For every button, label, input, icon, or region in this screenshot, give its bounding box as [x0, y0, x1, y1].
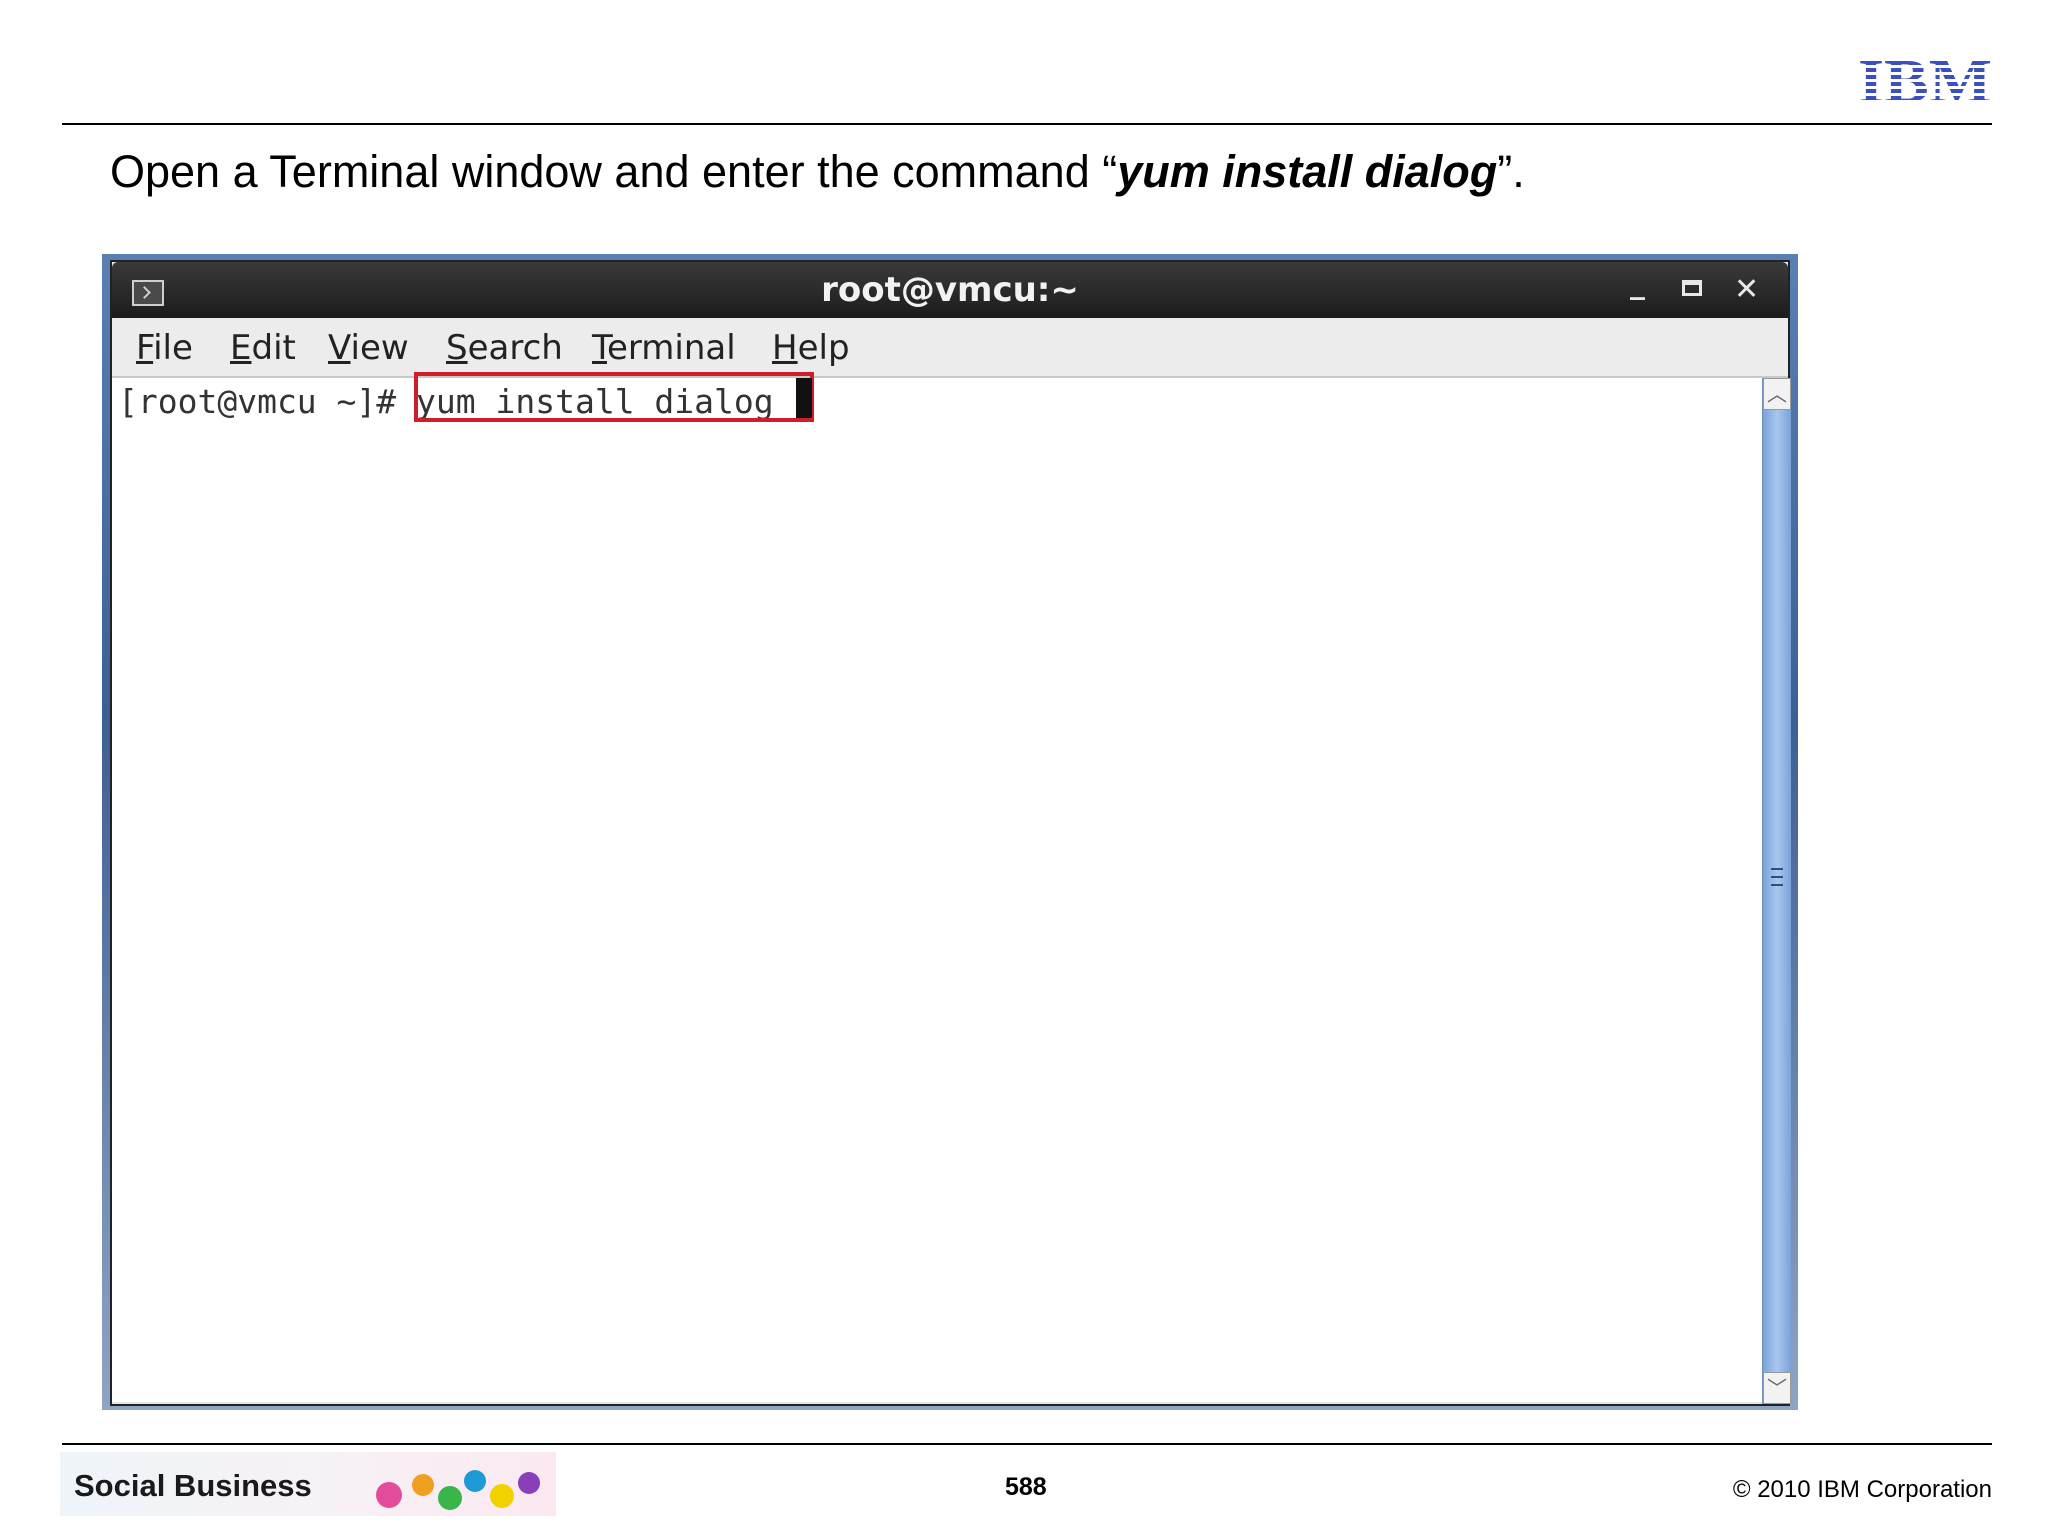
people-figure: [376, 1482, 402, 1508]
chevron-up-icon[interactable]: ︿: [1763, 378, 1791, 410]
instruction-suffix: ”.: [1497, 146, 1525, 197]
terminal-window: root@vmcu:~ _ ✕ File Edit View Search Te…: [110, 260, 1791, 1406]
page-number: 588: [1005, 1473, 1047, 1501]
terminal-screenshot: root@vmcu:~ _ ✕ File Edit View Search Te…: [102, 254, 1798, 1410]
instruction-prefix: Open a Terminal window and enter the com…: [110, 146, 1118, 197]
minimize-icon[interactable]: _: [1630, 266, 1645, 301]
people-figure: [464, 1470, 486, 1492]
ibm-logo: IBM: [1858, 48, 1992, 116]
menu-view[interactable]: View: [328, 328, 409, 368]
chevron-down-icon[interactable]: ﹀: [1763, 1372, 1791, 1404]
people-figure: [490, 1484, 514, 1508]
brand-label: Social Business: [74, 1468, 312, 1503]
terminal-output[interactable]: [root@vmcu ~]# yum install dialog: [112, 372, 1772, 1402]
copyright: © 2010 IBM Corporation: [1732, 1476, 1992, 1503]
menu-search[interactable]: Search: [446, 328, 563, 368]
menu-bar: File Edit View Search Terminal Help: [112, 318, 1788, 378]
menu-file[interactable]: File: [136, 328, 193, 368]
instruction-command: yum install dialog: [1117, 146, 1498, 197]
menu-terminal[interactable]: Terminal: [592, 328, 736, 368]
header-rule: [62, 123, 1992, 125]
command-highlight: [414, 372, 814, 422]
instruction-text: Open a Terminal window and enter the com…: [110, 146, 1525, 198]
menu-edit[interactable]: Edit: [230, 328, 296, 368]
people-figure: [518, 1472, 540, 1494]
title-bar[interactable]: root@vmcu:~ _ ✕: [112, 262, 1788, 318]
people-figure: [438, 1486, 462, 1510]
shell-prompt: [root@vmcu ~]#: [118, 382, 417, 421]
menu-help[interactable]: Help: [772, 328, 850, 368]
social-business-banner: Social Business: [60, 1452, 556, 1516]
text-cursor: [796, 378, 812, 418]
close-icon[interactable]: ✕: [1734, 272, 1759, 307]
footer-rule: [62, 1443, 1992, 1445]
window-title: root@vmcu:~: [821, 270, 1079, 310]
vertical-scrollbar[interactable]: ︿ ﹀: [1762, 378, 1791, 1404]
people-figure: [412, 1474, 434, 1496]
scrollbar-grip[interactable]: [1771, 868, 1783, 886]
maximize-icon[interactable]: [1682, 280, 1702, 296]
